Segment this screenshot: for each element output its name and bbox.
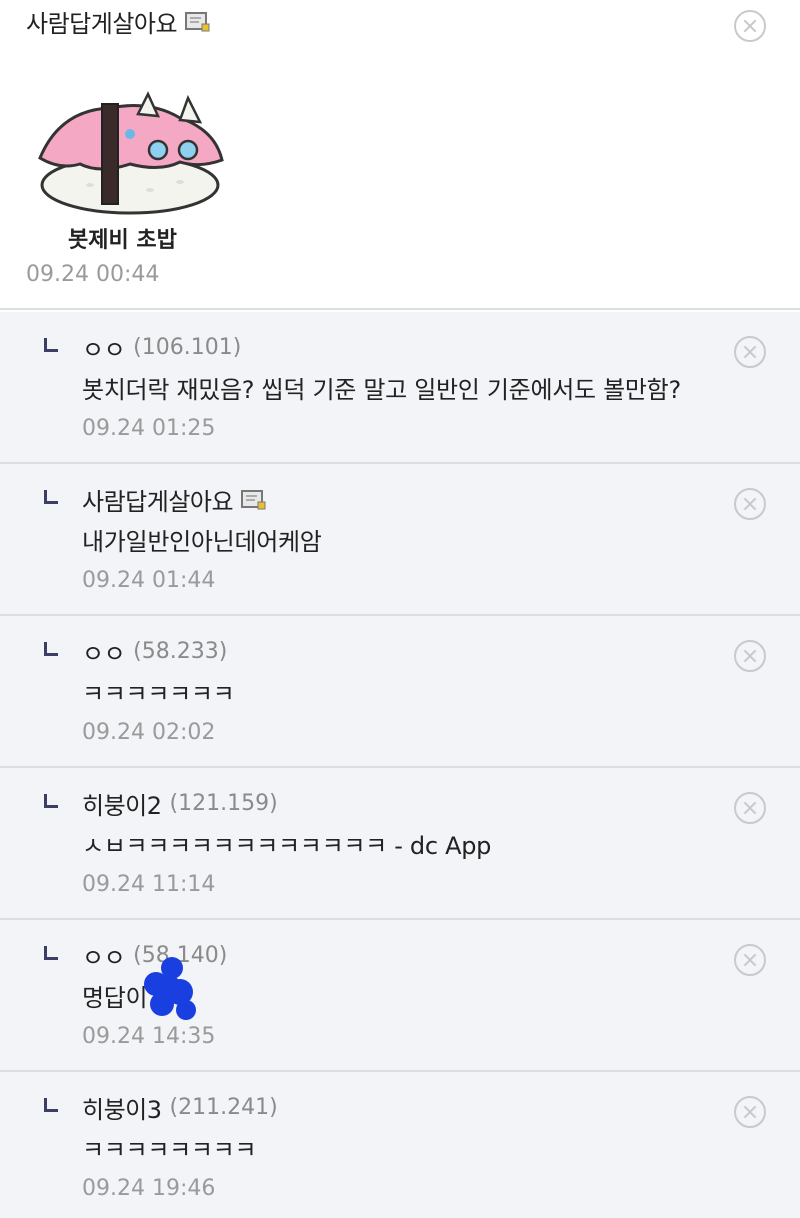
comment-header: 사람답게살아요 [26,4,211,39]
nickname[interactable]: ㅇㅇ [82,938,126,973]
nickname[interactable]: ㅇㅇ [82,330,126,365]
reply-header: 히붕이2 (121.159) [82,786,278,821]
reply-text: 내가일반인아닌데어케암 [82,528,322,556]
delete-button[interactable] [734,488,766,520]
reply-arrow-icon [44,490,58,504]
redaction-blot [134,956,204,1026]
reply-item: 히붕이2 (121.159) ㅅㅂㅋㅋㅋㅋㅋㅋㅋㅋㅋㅋㅋㅋ - dc App 0… [0,768,800,920]
ip-address: (211.241) [169,1095,278,1120]
reply-arrow-icon [44,1098,58,1112]
reply-text: ㅋㅋㅋㅋㅋㅋㅋㅋ [82,1136,257,1164]
reply-text: 봇치더락 재밌음? 씹덕 기준 말고 일반인 기준에서도 볼만함? [82,376,681,404]
comment-time: 09.24 00:44 [26,262,160,287]
reply-arrow-icon [44,794,58,808]
delete-button[interactable] [734,792,766,824]
nickname[interactable]: 히붕이3 [82,1090,162,1125]
ip-address: (121.159) [169,791,278,816]
reply-text: ㅅㅂㅋㅋㅋㅋㅋㅋㅋㅋㅋㅋㅋㅋ - dc App [82,832,492,860]
reply-time: 09.24 19:46 [82,1176,216,1201]
dccon-caption: 봇제비 초밥 [68,228,177,253]
ip-address: (106.101) [133,335,242,360]
delete-button[interactable] [734,10,766,42]
delete-button[interactable] [734,944,766,976]
main-comment: 사람답게살아요 봇제비 초밥 09.24 00:44 [0,0,800,310]
nickname[interactable]: 히붕이2 [82,786,162,821]
reply-item: 히붕이3 (211.241) ㅋㅋㅋㅋㅋㅋㅋㅋ 09.24 19:46 [0,1072,800,1218]
reply-time: 09.24 01:44 [82,568,216,593]
reply-time: 09.24 01:25 [82,416,216,441]
memo-icon [241,489,267,511]
reply-item: ㅇㅇ (106.101) 봇치더락 재밌음? 씹덕 기준 말고 일반인 기준에서… [0,312,800,464]
delete-button[interactable] [734,640,766,672]
reply-item: 사람답게살아요 내가일반인아닌데어케암 09.24 01:44 [0,464,800,616]
reply-arrow-icon [44,338,58,352]
reply-time: 09.24 02:02 [82,720,216,745]
memo-icon [185,11,211,33]
reply-header: ㅇㅇ (106.101) [82,330,241,365]
reply-item: ㅇㅇ (58.140) 명답이 09.24 14:35 [0,920,800,1072]
reply-text: ㅋㅋㅋㅋㅋㅋㅋ [82,680,235,708]
reply-arrow-icon [44,946,58,960]
ip-address: (58.233) [133,639,228,664]
reply-item: ㅇㅇ (58.233) ㅋㅋㅋㅋㅋㅋㅋ 09.24 02:02 [0,616,800,768]
delete-button[interactable] [734,1096,766,1128]
reply-header: ㅇㅇ (58.233) [82,634,227,669]
reply-header: 사람답게살아요 [82,482,267,517]
delete-button[interactable] [734,336,766,368]
reply-header: 히붕이3 (211.241) [82,1090,278,1125]
reply-arrow-icon [44,642,58,656]
reply-time: 09.24 14:35 [82,1024,216,1049]
nickname[interactable]: ㅇㅇ [82,634,126,669]
nickname[interactable]: 사람답게살아요 [82,482,234,517]
reply-time: 09.24 11:14 [82,872,216,897]
nickname[interactable]: 사람답게살아요 [26,4,178,39]
